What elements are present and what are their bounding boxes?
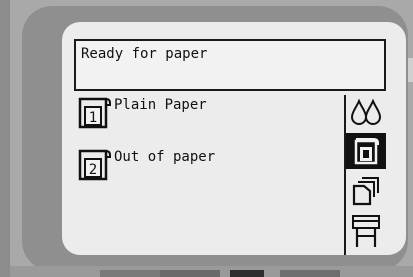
tray-1-label: Plain Paper	[114, 97, 207, 113]
tray-2-label: Out of paper	[114, 149, 216, 165]
printer-icon	[352, 215, 380, 247]
tray-list: 1 Plain Paper 2 Out of paper	[74, 95, 342, 255]
status-message: Ready for paper	[81, 46, 208, 62]
status-box: Ready for paper	[74, 39, 386, 91]
bottom-key-3[interactable]	[230, 270, 264, 277]
tab-sheets[interactable]	[346, 173, 386, 209]
bottom-key-2[interactable]	[160, 270, 220, 277]
left-frame-strip	[0, 0, 10, 277]
sheet-stack-icon	[352, 177, 379, 206]
tray-1-number: 1	[89, 110, 97, 126]
tray-row-2[interactable]: 2 Out of paper	[74, 147, 342, 187]
tray-2-number: 2	[89, 162, 97, 178]
bottom-key-4[interactable]	[280, 270, 340, 277]
tray-row-1[interactable]: 1 Plain Paper	[74, 95, 342, 135]
tray-1-icon: 1	[78, 97, 111, 129]
tab-sidebar	[344, 95, 386, 255]
tray-2-icon: 2	[78, 149, 111, 181]
tab-printer[interactable]	[346, 213, 386, 249]
paper-rolls-icon	[354, 138, 379, 165]
tab-paper[interactable]	[346, 133, 386, 169]
ink-drops-icon	[350, 98, 382, 125]
bottom-button-bar	[10, 266, 413, 277]
tab-ink[interactable]	[346, 95, 386, 131]
bottom-key-1[interactable]	[100, 270, 160, 277]
front-panel-screen: Ready for paper 1 Plain Paper 2 Out of p…	[62, 22, 406, 255]
